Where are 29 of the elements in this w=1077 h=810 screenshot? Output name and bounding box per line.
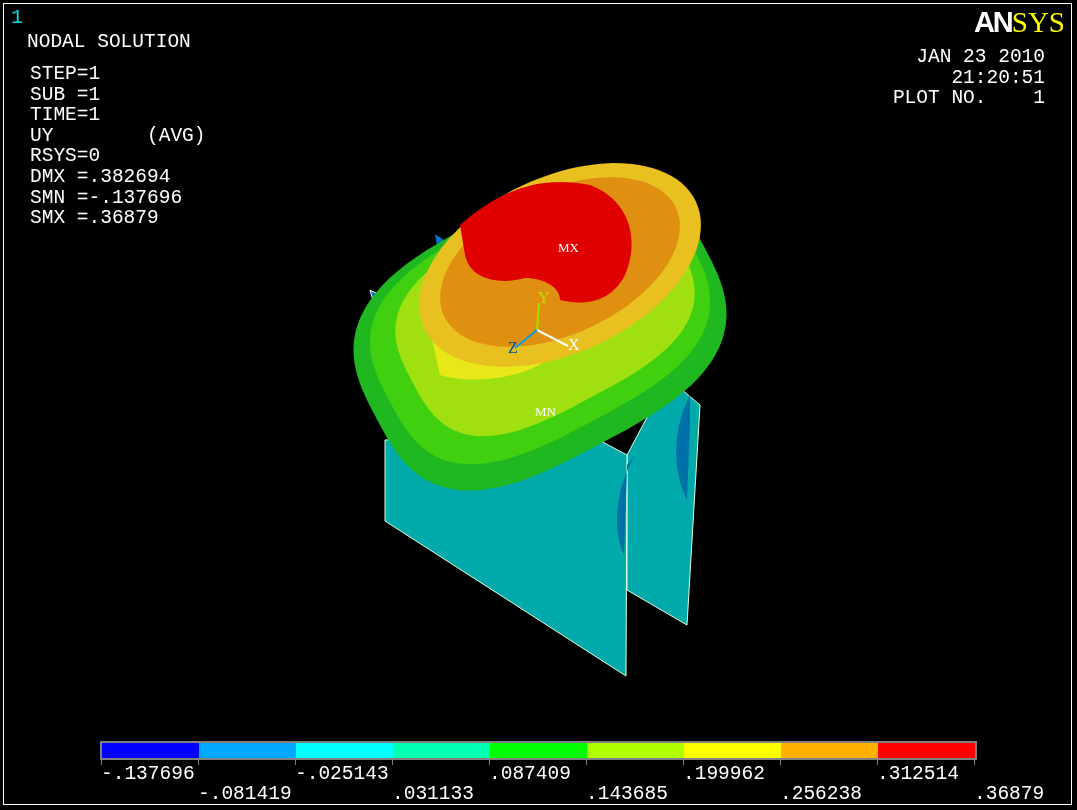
stamp-line: 21:20:51	[951, 67, 1045, 89]
legend-value: .199962	[682, 764, 766, 784]
legend-value: .087409	[488, 764, 572, 784]
plot-title: NODAL SOLUTION	[27, 32, 192, 52]
window-number: 1	[11, 8, 23, 28]
stamp-line: PLOT NO. 1	[892, 88, 1045, 109]
min-marker-label: MN	[535, 404, 556, 419]
legend-value: -.081419	[197, 784, 293, 804]
info-line: STEP=1	[30, 64, 102, 85]
info-line: SMN =-.137696	[30, 187, 184, 209]
max-marker-label: MX	[558, 240, 579, 255]
legend-value: .143685	[585, 784, 669, 804]
info-line: TIME=1	[30, 105, 102, 126]
info-line: SUB =1	[30, 84, 102, 106]
legend-value: .312514	[876, 764, 960, 784]
info-line: DMX =.382694	[30, 166, 172, 188]
info-line: UY (AVG)	[30, 125, 206, 147]
legend-value: .031133	[391, 784, 475, 804]
legend-value: -.025143	[294, 764, 390, 784]
axis-label: Y	[538, 289, 550, 306]
ansys-logo: ANSYS	[973, 8, 1065, 39]
legend-value: .36879	[973, 784, 1046, 804]
legend-value: .256238	[779, 784, 863, 804]
legend-value: -.137696	[100, 764, 196, 784]
info-line: RSYS=0	[30, 146, 102, 167]
info-line: SMX =.36879	[30, 208, 160, 229]
axis-label: X	[568, 336, 580, 353]
axis-label: Z	[508, 339, 518, 356]
stamp-line: JAN 23 2010	[916, 47, 1045, 68]
